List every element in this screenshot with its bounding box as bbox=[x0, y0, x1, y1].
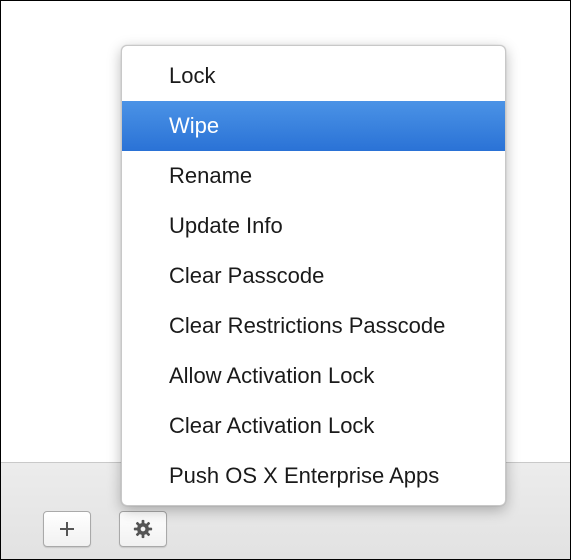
menu-item-push-os-x-enterprise-apps[interactable]: Push OS X Enterprise Apps bbox=[122, 451, 505, 501]
gear-icon bbox=[133, 519, 153, 539]
add-button[interactable] bbox=[43, 511, 91, 547]
device-list-pane: Lock Wipe Rename Update Info Clear Passc… bbox=[0, 0, 571, 560]
menu-item-rename[interactable]: Rename bbox=[122, 151, 505, 201]
menu-item-clear-restrictions-passcode[interactable]: Clear Restrictions Passcode bbox=[122, 301, 505, 351]
menu-item-allow-activation-lock[interactable]: Allow Activation Lock bbox=[122, 351, 505, 401]
menu-item-clear-passcode[interactable]: Clear Passcode bbox=[122, 251, 505, 301]
menu-item-wipe[interactable]: Wipe bbox=[122, 101, 505, 151]
menu-item-clear-activation-lock[interactable]: Clear Activation Lock bbox=[122, 401, 505, 451]
action-menu-button[interactable] bbox=[119, 511, 167, 547]
action-menu: Lock Wipe Rename Update Info Clear Passc… bbox=[121, 45, 506, 506]
plus-icon bbox=[59, 521, 75, 537]
menu-item-lock[interactable]: Lock bbox=[122, 51, 505, 101]
menu-item-update-info[interactable]: Update Info bbox=[122, 201, 505, 251]
